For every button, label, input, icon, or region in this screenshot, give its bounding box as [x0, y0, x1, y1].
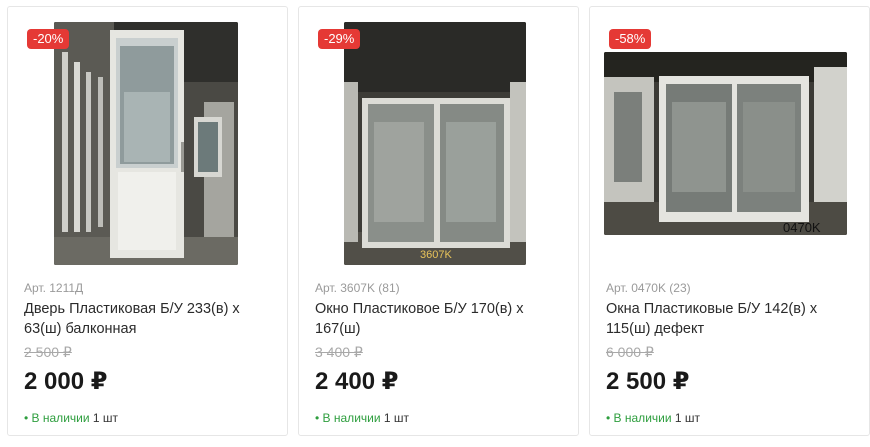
discount-badge: -29%: [318, 29, 361, 49]
stock-dot-icon: •: [606, 411, 611, 425]
article-number: Арт. 3607K (81): [315, 281, 400, 295]
stock-label: В наличии: [613, 411, 672, 425]
window-photo: [344, 22, 526, 265]
image-code-label: 3607K: [420, 249, 452, 261]
stock-label: В наличии: [31, 411, 90, 425]
old-price: 6 000 ₽: [606, 344, 654, 360]
product-card[interactable]: 3607K -29% Арт. 3607K (81) Окно Пластико…: [298, 6, 579, 436]
article-number: Арт. 1211Д: [24, 281, 84, 295]
current-price: 2 000 ₽: [24, 368, 108, 395]
stock-quantity: 1 шт: [383, 411, 410, 425]
discount-badge: -58%: [609, 29, 652, 49]
door-photo: [54, 22, 238, 265]
product-title[interactable]: Окна Пластиковые Б/У 142(в) х 115(ш) деф…: [606, 299, 861, 339]
product-image[interactable]: [54, 22, 238, 265]
old-price: 2 500 ₽: [24, 344, 72, 360]
current-price: 2 400 ₽: [315, 368, 399, 395]
stock-quantity: 1 шт: [92, 411, 119, 425]
stock-status: • В наличии 1 шт: [24, 411, 118, 425]
window-photo: [604, 52, 847, 235]
stock-status: • В наличии 1 шт: [606, 411, 700, 425]
product-image[interactable]: 0470K: [604, 52, 847, 235]
discount-badge: -20%: [27, 29, 70, 49]
stock-status: • В наличии 1 шт: [315, 411, 409, 425]
old-price: 3 400 ₽: [315, 344, 363, 360]
product-card[interactable]: 0470K -58% Арт. 0470K (23) Окна Пластико…: [589, 6, 870, 436]
stock-dot-icon: •: [24, 411, 29, 425]
stock-quantity: 1 шт: [674, 411, 701, 425]
article-number: Арт. 0470K (23): [606, 281, 691, 295]
stock-label: В наличии: [322, 411, 381, 425]
product-image[interactable]: 3607K: [344, 22, 526, 265]
stock-dot-icon: •: [315, 411, 320, 425]
product-title[interactable]: Окно Пластиковое Б/У 170(в) х 167(ш): [315, 299, 570, 339]
current-price: 2 500 ₽: [606, 368, 690, 395]
product-title[interactable]: Дверь Пластиковая Б/У 233(в) х 63(ш) бал…: [24, 299, 279, 339]
image-code-label: 0470K: [783, 220, 821, 235]
product-card[interactable]: -20% Арт. 1211Д Дверь Пластиковая Б/У 23…: [7, 6, 288, 436]
